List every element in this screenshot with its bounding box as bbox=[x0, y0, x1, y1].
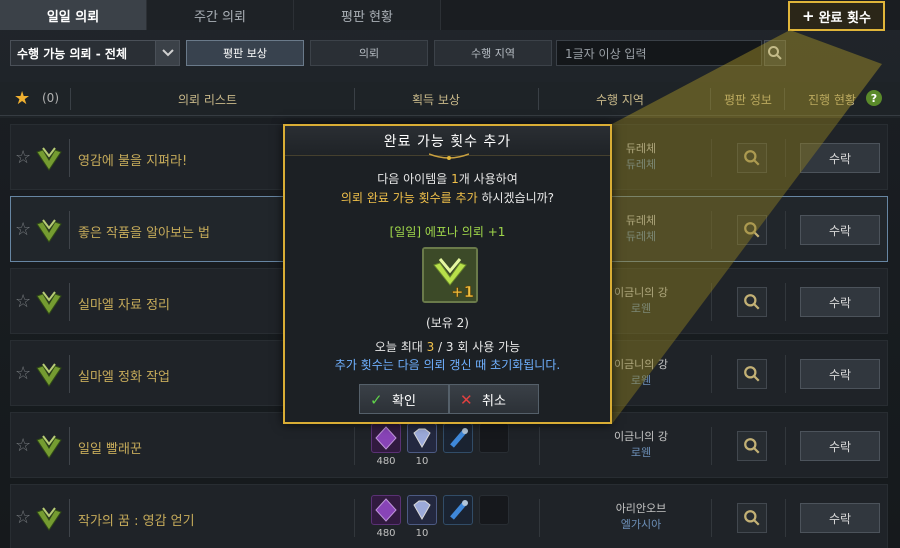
col-region: 수행 지역 bbox=[596, 93, 644, 107]
col-progress: 진행 현황 bbox=[808, 93, 856, 107]
add-count-label: 완료 횟수 bbox=[818, 10, 871, 26]
text: 다음 아이템을 bbox=[377, 172, 452, 186]
quest-window: 일일 의뢰 주간 의뢰 평판 현황 수행 가능 의뢰 - 전체 평판 보상 의뢰… bbox=[0, 0, 900, 548]
ornament-icon bbox=[429, 153, 469, 160]
text: / 3 회 사용 가능 bbox=[434, 340, 521, 354]
cancel-button[interactable]: ✕ 취소 bbox=[449, 384, 539, 414]
text: 하시겠습니까? bbox=[477, 191, 555, 205]
owned-count: (보유 2) bbox=[426, 316, 469, 330]
reset-note: 추가 횟수는 다음 의뢰 갱신 때 초기화됩니다. bbox=[334, 358, 561, 372]
star-filter-icon[interactable]: ★ bbox=[14, 88, 30, 109]
help-icon[interactable]: ? bbox=[866, 90, 882, 106]
confirm-button[interactable]: ✓ 확인 bbox=[359, 384, 449, 414]
divider bbox=[70, 88, 71, 110]
chevron-down-icon[interactable] bbox=[155, 41, 179, 65]
sort-quest-button[interactable]: 의뢰 bbox=[310, 40, 428, 66]
divider bbox=[784, 88, 785, 110]
tab-bar: 일일 의뢰 주간 의뢰 평판 현황 bbox=[0, 0, 900, 30]
highlight-text: 의뢰 완료 가능 횟수를 추가 bbox=[340, 191, 478, 205]
check-icon: ✓ bbox=[370, 391, 383, 409]
plus-icon: + bbox=[802, 7, 815, 25]
col-reward: 획득 보상 bbox=[412, 93, 460, 107]
divider bbox=[710, 88, 711, 110]
divider bbox=[538, 88, 539, 110]
epona-ticket-item-icon[interactable]: +1 bbox=[422, 247, 478, 303]
cancel-label: 취소 bbox=[482, 393, 506, 409]
sort-region-button[interactable]: 수행 지역 bbox=[434, 40, 552, 66]
add-count-dialog: 완료 가능 횟수 추가 다음 아이템을 1개 사용하여 의뢰 완료 가능 횟수를… bbox=[283, 124, 612, 424]
usage-limit: 오늘 최대 3 / 3 회 사용 가능 bbox=[285, 338, 610, 355]
tab-daily[interactable]: 일일 의뢰 bbox=[0, 0, 147, 30]
search-input[interactable]: 1글자 이상 입력 bbox=[556, 40, 762, 66]
dropdown-value: 수행 가능 의뢰 - 전체 bbox=[17, 46, 128, 61]
favorite-count: (0) bbox=[42, 91, 59, 105]
dialog-line-2: 의뢰 완료 가능 횟수를 추가 하시겠습니까? bbox=[285, 189, 610, 206]
tab-weekly[interactable]: 주간 의뢰 bbox=[147, 0, 294, 30]
col-reputation: 평판 정보 bbox=[724, 93, 772, 107]
item-qty: 1 bbox=[451, 172, 459, 186]
col-quest-list: 의뢰 리스트 bbox=[178, 93, 238, 107]
search-icon[interactable] bbox=[764, 40, 786, 66]
text: 개 사용하여 bbox=[458, 172, 518, 186]
text: 오늘 최대 bbox=[374, 340, 427, 354]
tab-reputation[interactable]: 평판 현황 bbox=[294, 0, 441, 30]
confirm-label: 확인 bbox=[392, 393, 416, 409]
filter-bar: 수행 가능 의뢰 - 전체 평판 보상 의뢰 수행 지역 1글자 이상 입력 bbox=[0, 36, 900, 70]
add-completion-count-button[interactable]: + 완료 횟수 bbox=[788, 1, 885, 31]
dialog-line-1: 다음 아이템을 1개 사용하여 bbox=[285, 170, 610, 187]
close-icon: ✕ bbox=[460, 391, 473, 409]
quest-filter-dropdown[interactable]: 수행 가능 의뢰 - 전체 bbox=[10, 40, 180, 66]
svg-text:+1: +1 bbox=[451, 283, 474, 301]
list-header: ★ (0) 의뢰 리스트 획득 보상 수행 지역 평판 정보 진행 현황 ? bbox=[0, 82, 900, 116]
divider bbox=[354, 88, 355, 110]
sort-reward-button[interactable]: 평판 보상 bbox=[186, 40, 304, 66]
item-name: [일일] 에포나 의뢰 +1 bbox=[389, 225, 506, 239]
